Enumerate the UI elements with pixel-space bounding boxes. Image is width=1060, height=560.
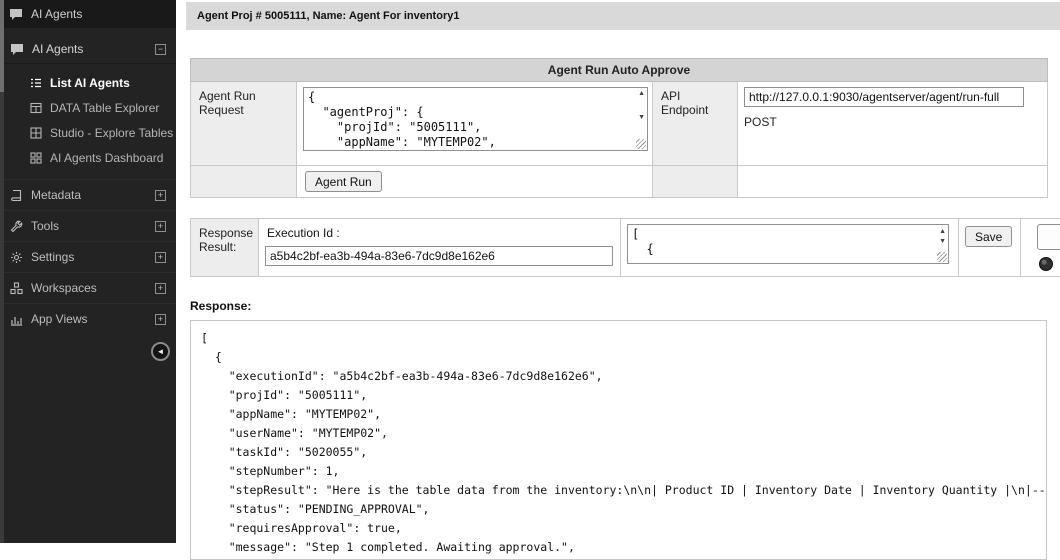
left-arrow-icon: ◄ (157, 347, 165, 356)
sidebar-item-label: App Views (31, 312, 87, 326)
page-title: Agent Proj # 5005111, Name: Agent For in… (197, 10, 459, 22)
response-result-label: Response Result: (191, 219, 259, 277)
book-icon (10, 189, 23, 202)
sidebar-item-ai-agents[interactable]: AI Agents − (0, 35, 176, 64)
agent-run-button[interactable]: Agent Run (305, 171, 382, 192)
scroll-down-icon[interactable]: ▼ (638, 114, 645, 122)
sidebar-item-label: DATA Table Explorer (50, 101, 159, 115)
sidebar-item-workspaces[interactable]: Workspaces + (0, 272, 176, 303)
brand: AI Agents (0, 0, 176, 28)
sidebar-item-label: Workspaces (31, 281, 97, 295)
wrench-icon (10, 220, 23, 233)
agent-run-panel: Agent Run Auto Approve Agent Run Request… (190, 58, 1048, 198)
api-endpoint-label: API Endpoint (653, 82, 738, 166)
list-icon (30, 77, 42, 89)
panel-title: Agent Run Auto Approve (191, 59, 1048, 82)
sidebar-item-app-views[interactable]: App Views + (0, 303, 176, 334)
cut-off-button[interactable] (1037, 224, 1060, 250)
sidebar-item-metadata[interactable]: Metadata + (0, 179, 176, 210)
sidebar-item-studio-explore-tables[interactable]: Studio - Explore Tables (0, 120, 176, 145)
sidebar: AI Agents AI Agents − List AI Agents DAT… (0, 0, 176, 543)
sidebar-item-list-ai-agents[interactable]: List AI Agents (0, 70, 176, 95)
sidebar-item-label: Studio - Explore Tables (50, 126, 173, 140)
table-icon (30, 102, 42, 114)
sidebar-scrollbar-thumb[interactable] (0, 0, 4, 92)
api-endpoint-input[interactable] (744, 87, 1024, 107)
content: Agent Run Auto Approve Agent Run Request… (190, 58, 1047, 560)
sidebar-item-label: Tools (31, 219, 59, 233)
response-body: [ { "executionId": "a5b4c2bf-ea3b-494a-8… (190, 320, 1047, 560)
response-result-textarea[interactable]: [ { ▲ ▼ (627, 224, 949, 264)
sidebar-item-tools[interactable]: Tools + (0, 210, 176, 241)
bar-chart-icon (10, 313, 23, 326)
response-result-json: [ { (632, 227, 930, 257)
agent-run-request-label: Agent Run Request (191, 82, 297, 166)
scroll-up-icon[interactable]: ▲ (638, 90, 645, 98)
sidebar-item-label: Settings (31, 250, 74, 264)
execution-id-label: Execution Id : (267, 226, 614, 240)
api-method: POST (744, 115, 1041, 129)
agent-run-request-textarea[interactable]: { "agentProj": { "projId": "5005111", "a… (303, 87, 648, 151)
sidebar-item-label: List AI Agents (50, 76, 130, 90)
sidebar-scrollbar[interactable] (0, 0, 4, 543)
sidebar-item-settings[interactable]: Settings + (0, 241, 176, 272)
chat-bubble-icon (10, 43, 24, 56)
expand-toggle-icon[interactable]: + (155, 221, 166, 232)
expand-toggle-icon[interactable]: + (155, 252, 166, 263)
sidebar-item-label: AI Agents Dashboard (50, 151, 163, 165)
sidebar-item-ai-agents-dashboard[interactable]: AI Agents Dashboard (0, 145, 176, 170)
save-button[interactable]: Save (965, 226, 1012, 247)
execution-id-input[interactable] (265, 246, 613, 266)
sidebar-collapse-button[interactable]: ◄ (151, 342, 170, 361)
boxes-icon (10, 282, 23, 295)
chat-bubble-icon (9, 8, 23, 21)
scroll-up-icon[interactable]: ▲ (939, 228, 946, 236)
grid-icon (30, 127, 42, 139)
ai-agents-submenu: List AI Agents DATA Table Explorer Studi… (0, 70, 176, 170)
page-header-bar: Agent Proj # 5005111, Name: Agent For in… (186, 2, 1060, 30)
sidebar-item-label: AI Agents (32, 42, 83, 56)
scroll-down-icon[interactable]: ▼ (939, 238, 946, 246)
response-result-panel: Response Result: Execution Id : [ { ▲ ▼ … (190, 218, 1060, 277)
expand-toggle-icon[interactable]: + (155, 314, 166, 325)
main-area: Agent Proj # 5005111, Name: Agent For in… (176, 0, 1060, 543)
resize-handle[interactable] (937, 252, 947, 262)
sidebar-item-label: Metadata (31, 188, 81, 202)
resize-handle[interactable] (636, 139, 646, 149)
circle-badge-icon[interactable] (1039, 257, 1053, 271)
gear-icon (10, 251, 23, 264)
brand-label: AI Agents (31, 7, 82, 21)
dashboard-icon (30, 152, 42, 164)
expand-toggle-icon[interactable]: + (155, 283, 166, 294)
expand-toggle-icon[interactable]: + (155, 190, 166, 201)
sidebar-item-data-table-explorer[interactable]: DATA Table Explorer (0, 95, 176, 120)
collapse-toggle-icon[interactable]: − (155, 44, 166, 55)
response-label: Response: (190, 299, 1047, 313)
agent-run-request-json: { "agentProj": { "projId": "5005111", "a… (308, 90, 629, 150)
sidebar-groups: Metadata + Tools + Settings + Workspaces… (0, 179, 176, 334)
